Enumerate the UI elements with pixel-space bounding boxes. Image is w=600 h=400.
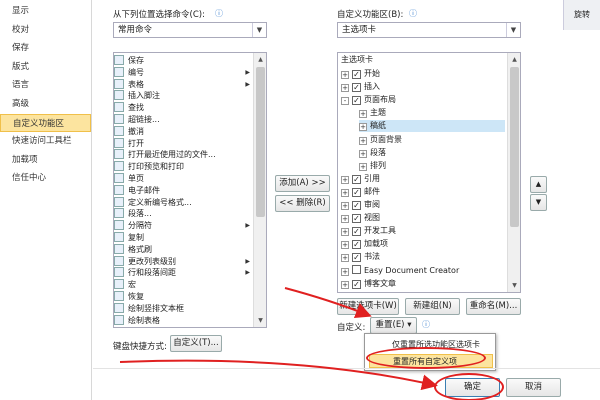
annotation-arrow-ok — [119, 359, 438, 391]
annotation-arrows — [119, 287, 438, 391]
annotation-arrow-reset — [284, 287, 372, 319]
